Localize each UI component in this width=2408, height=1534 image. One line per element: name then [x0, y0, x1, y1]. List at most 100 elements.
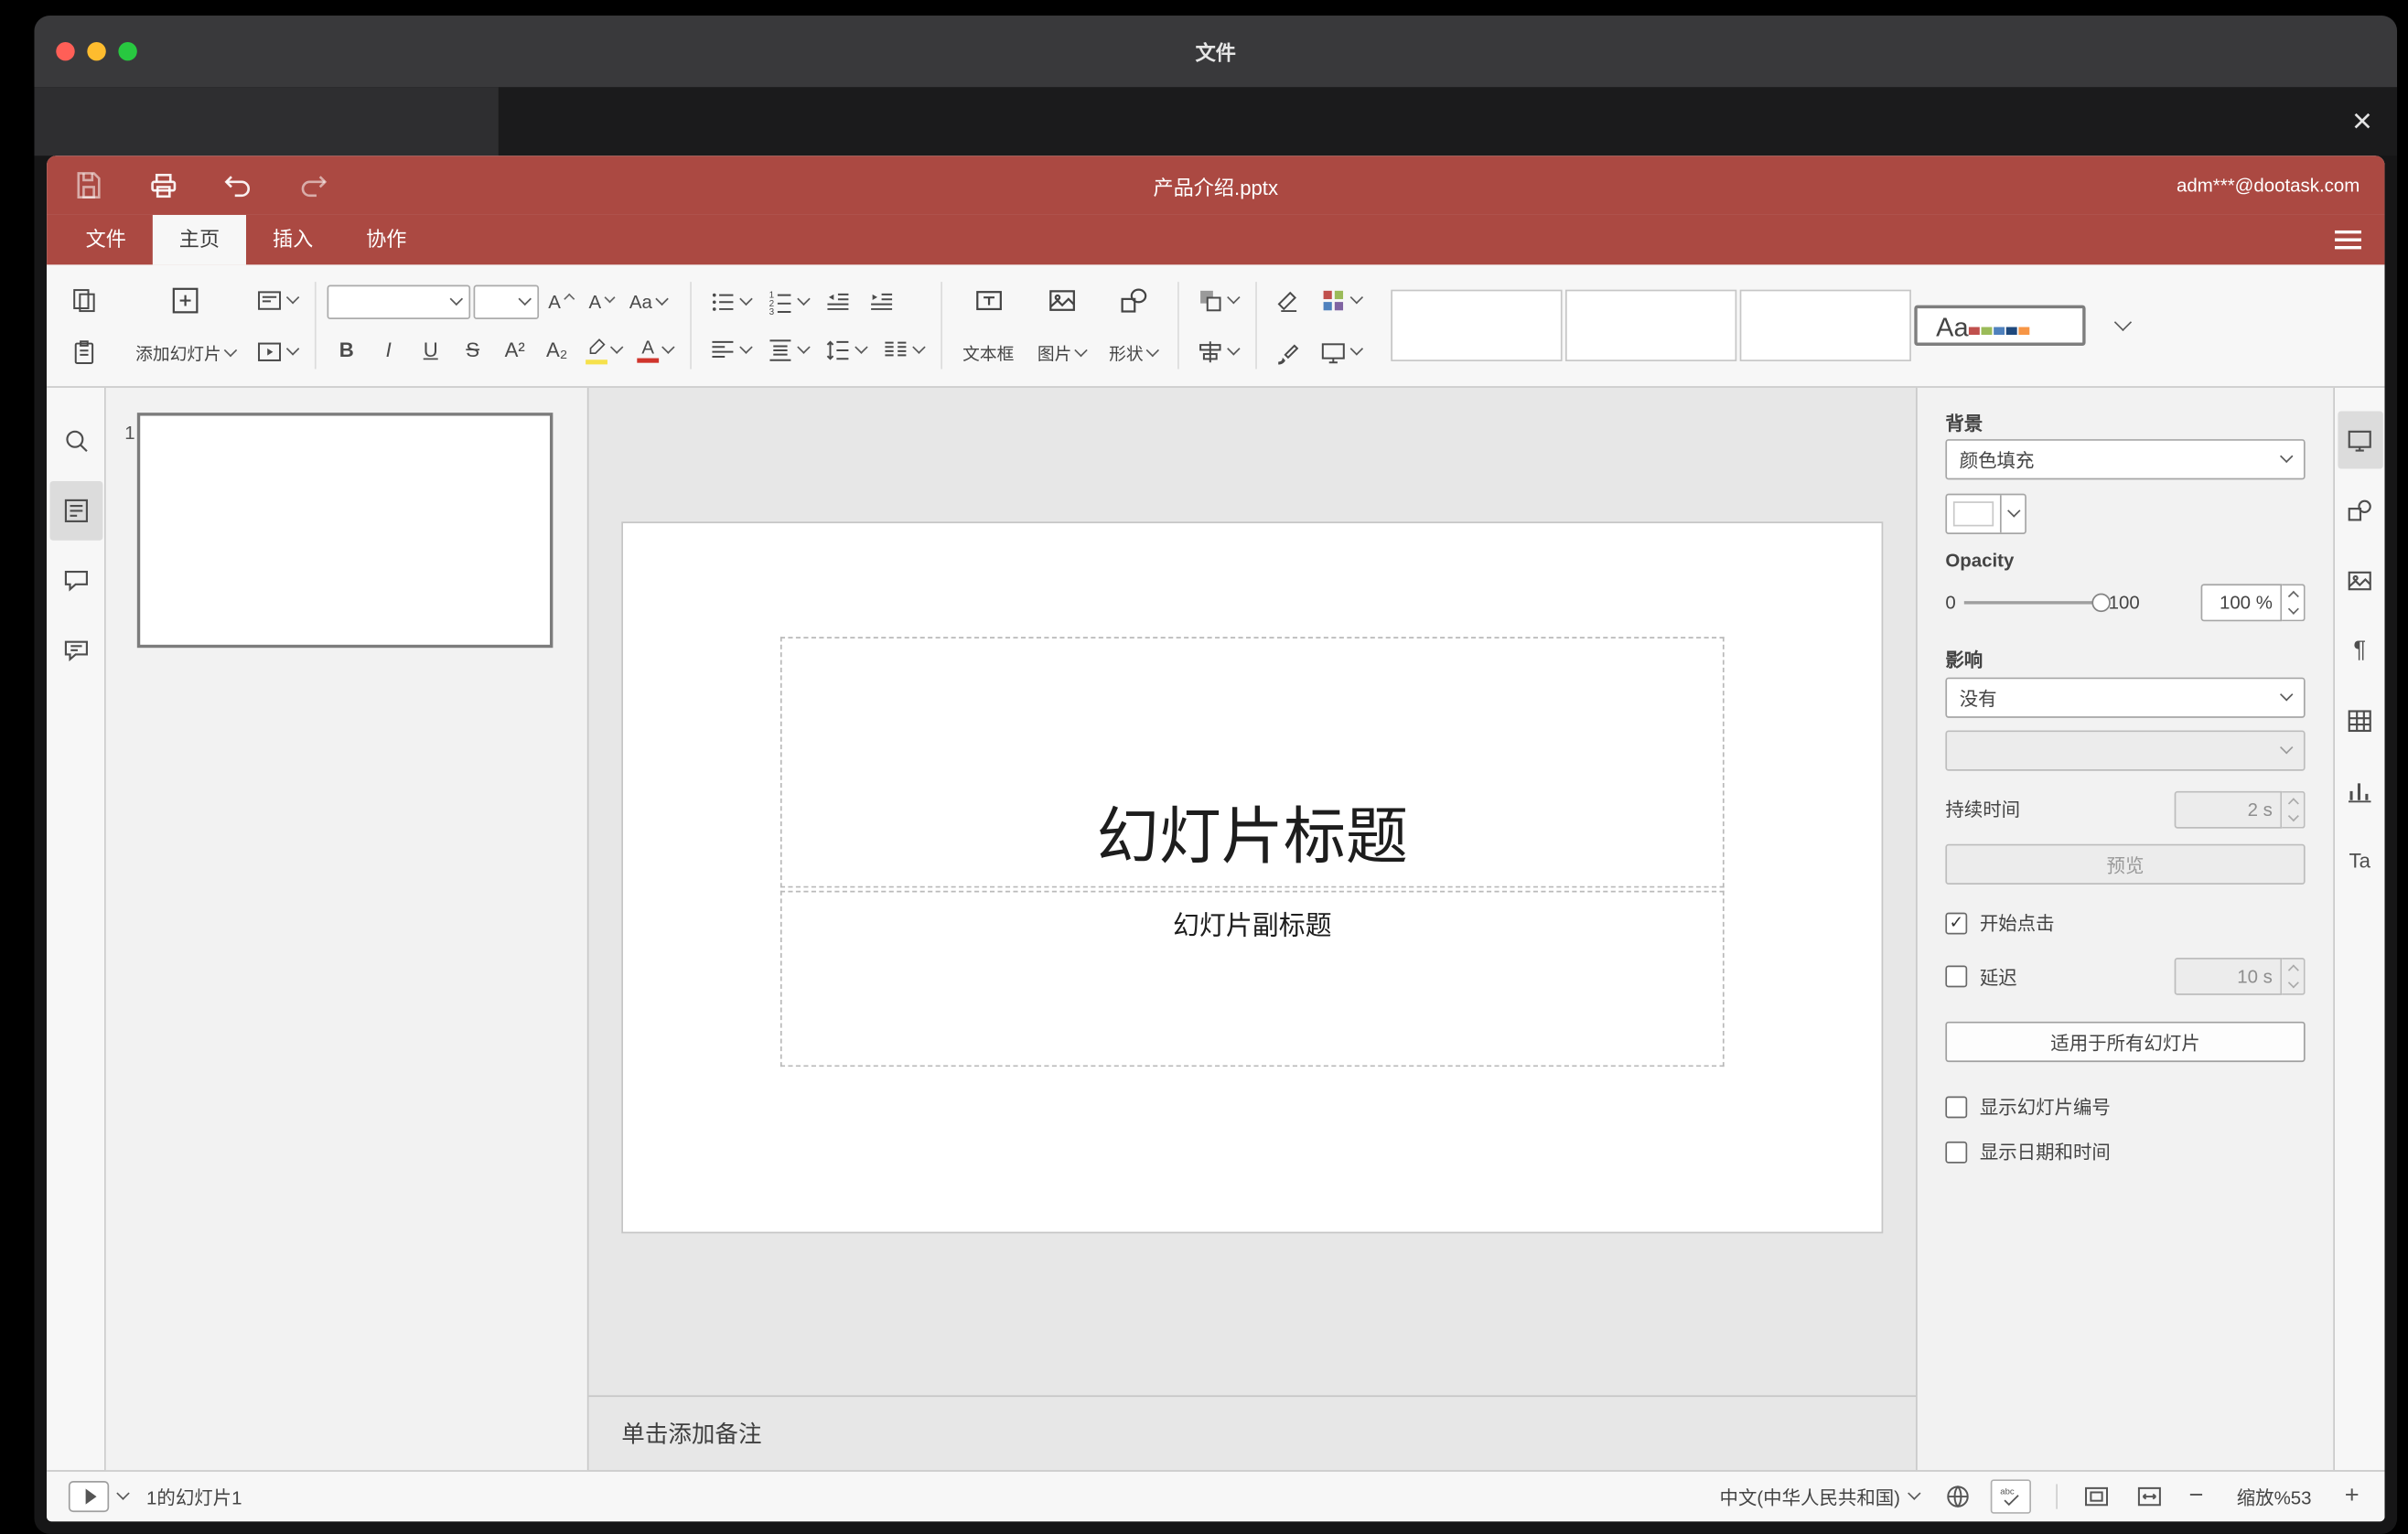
- font-size-combo[interactable]: [473, 284, 540, 319]
- menu-icon[interactable]: [2334, 230, 2361, 250]
- slide[interactable]: 幻灯片标题 幻灯片副标题: [621, 521, 1884, 1234]
- align-left-icon: [709, 336, 737, 364]
- slider-knob[interactable]: [2091, 593, 2111, 613]
- spellcheck-button[interactable]: abc: [1990, 1479, 2032, 1514]
- chevron-down-icon: [797, 291, 811, 306]
- effect-select[interactable]: 没有: [1945, 677, 2306, 718]
- table-settings-button[interactable]: [2338, 692, 2382, 749]
- zoom-traffic-light[interactable]: [118, 41, 137, 61]
- columns-button[interactable]: [876, 330, 930, 370]
- align-shapes-button[interactable]: [1190, 332, 1245, 371]
- highlight-color-button[interactable]: [579, 330, 628, 370]
- title-placeholder[interactable]: 幻灯片标题: [779, 637, 1725, 888]
- theme-preview[interactable]: [1391, 289, 1563, 361]
- arrange-shapes-button[interactable]: [1190, 280, 1245, 319]
- font-name-combo[interactable]: [327, 284, 471, 319]
- print-icon[interactable]: [146, 168, 180, 202]
- slides-panel-button[interactable]: [48, 481, 102, 541]
- start-slideshow-statusbar-button[interactable]: [68, 1481, 110, 1513]
- numbering-button[interactable]: 123: [760, 282, 815, 321]
- slide-thumbnail[interactable]: [136, 413, 554, 649]
- decrease-font-button[interactable]: A: [583, 282, 620, 321]
- set-language-button[interactable]: [1944, 1483, 1973, 1511]
- paste-button[interactable]: [64, 332, 104, 371]
- zoom-in-button[interactable]: +: [2341, 1483, 2363, 1511]
- svg-text:abc: abc: [2000, 1486, 2015, 1496]
- image-settings-button[interactable]: [2338, 552, 2382, 609]
- color-scheme-button[interactable]: [1313, 280, 1368, 319]
- align-button[interactable]: [703, 330, 758, 370]
- opacity-spinner[interactable]: [2282, 584, 2306, 622]
- strikeout-button[interactable]: S: [453, 330, 492, 370]
- vertical-align-icon: [767, 336, 795, 364]
- paragraph-settings-button[interactable]: ¶: [2338, 621, 2382, 679]
- comments-panel-button[interactable]: [49, 552, 102, 611]
- start-slideshow-button[interactable]: [249, 332, 304, 371]
- slide-canvas[interactable]: 幻灯片标题 幻灯片副标题: [589, 388, 1916, 1395]
- shape-settings-button[interactable]: [2338, 481, 2382, 539]
- opacity-input[interactable]: 100 %: [2200, 584, 2283, 622]
- line-spacing-button[interactable]: [818, 330, 873, 370]
- close-traffic-light[interactable]: [56, 41, 75, 61]
- add-slide-button[interactable]: 添加幻灯片: [126, 280, 244, 370]
- decrease-indent-button[interactable]: [818, 282, 858, 321]
- slide-layout-button[interactable]: [249, 280, 304, 319]
- slide-layout-icon: [255, 285, 284, 314]
- minimize-traffic-light[interactable]: [87, 41, 106, 61]
- slideshow-options-chevron[interactable]: [116, 1486, 130, 1500]
- language-selector[interactable]: 中文(中华人民共和国): [1720, 1484, 1921, 1510]
- theme-gallery-expand-button[interactable]: [2107, 295, 2138, 357]
- slide-settings-button[interactable]: [2337, 411, 2382, 469]
- chart-settings-button[interactable]: [2338, 762, 2382, 820]
- notes-placeholder[interactable]: 单击添加备注: [588, 1395, 1917, 1470]
- superscript-button[interactable]: A²: [495, 330, 534, 370]
- theme-preview-selected[interactable]: Aa: [1914, 305, 2086, 346]
- subtitle-placeholder[interactable]: 幻灯片副标题: [779, 890, 1725, 1067]
- theme-preview[interactable]: [1739, 289, 1911, 361]
- opacity-max: 100: [2108, 591, 2140, 614]
- underline-button[interactable]: U: [411, 330, 450, 370]
- fill-type-select[interactable]: 颜色填充: [1945, 439, 2306, 480]
- increase-indent-button[interactable]: [861, 282, 901, 321]
- delay-checkbox[interactable]: [1945, 965, 1968, 988]
- chat-panel-button[interactable]: [49, 621, 102, 681]
- fill-color-picker[interactable]: [1945, 493, 2026, 534]
- search-button[interactable]: [49, 411, 102, 470]
- italic-button[interactable]: I: [369, 330, 408, 370]
- tab-home[interactable]: 主页: [152, 214, 247, 265]
- apply-to-all-slides-button[interactable]: 适用于所有幻灯片: [1945, 1021, 2306, 1063]
- show-date-time-checkbox[interactable]: [1945, 1141, 1968, 1163]
- tab-collaboration[interactable]: 协作: [339, 215, 433, 264]
- theme-preview[interactable]: [1564, 289, 1737, 361]
- copy-button[interactable]: [64, 280, 104, 319]
- start-on-click-checkbox[interactable]: ✓: [1945, 911, 1968, 934]
- opacity-slider[interactable]: [1963, 593, 2111, 613]
- home-toolbar: 添加幻灯片 A A Aa B I U S A² A₂ A 1 2 3 文本框 图…: [47, 264, 2385, 388]
- font-color-button[interactable]: A: [630, 330, 679, 370]
- undo-icon[interactable]: [221, 168, 255, 202]
- fit-width-button[interactable]: [2135, 1483, 2164, 1511]
- close-icon[interactable]: ×: [2352, 103, 2372, 138]
- show-slide-number-checkbox[interactable]: [1945, 1095, 1968, 1118]
- copy-style-button[interactable]: [1268, 332, 1308, 371]
- slide-size-button[interactable]: [1313, 332, 1368, 371]
- vertical-align-button[interactable]: [760, 330, 815, 370]
- slide-counter: 1的幻灯片1: [146, 1486, 242, 1508]
- bullets-button[interactable]: [703, 282, 758, 321]
- tab-insert[interactable]: 插入: [246, 215, 339, 264]
- textart-settings-button[interactable]: Ta: [2338, 831, 2382, 889]
- increase-font-button[interactable]: A: [542, 282, 579, 321]
- clear-style-button[interactable]: [1268, 280, 1308, 319]
- duration-input: 2 s: [2174, 789, 2283, 828]
- fit-slide-button[interactable]: [2082, 1483, 2111, 1511]
- bold-button[interactable]: B: [328, 330, 367, 370]
- insert-shape-button[interactable]: 形状: [1100, 280, 1166, 370]
- redo-icon[interactable]: [296, 168, 329, 202]
- insert-textbox-button[interactable]: 文本框: [953, 280, 1024, 370]
- subscript-button[interactable]: A₂: [537, 330, 576, 370]
- zoom-out-button[interactable]: −: [2186, 1483, 2208, 1511]
- tab-file[interactable]: 文件: [59, 215, 153, 264]
- save-icon[interactable]: [71, 168, 105, 202]
- insert-image-button[interactable]: 图片: [1028, 280, 1095, 370]
- change-case-button[interactable]: Aa: [623, 282, 672, 321]
